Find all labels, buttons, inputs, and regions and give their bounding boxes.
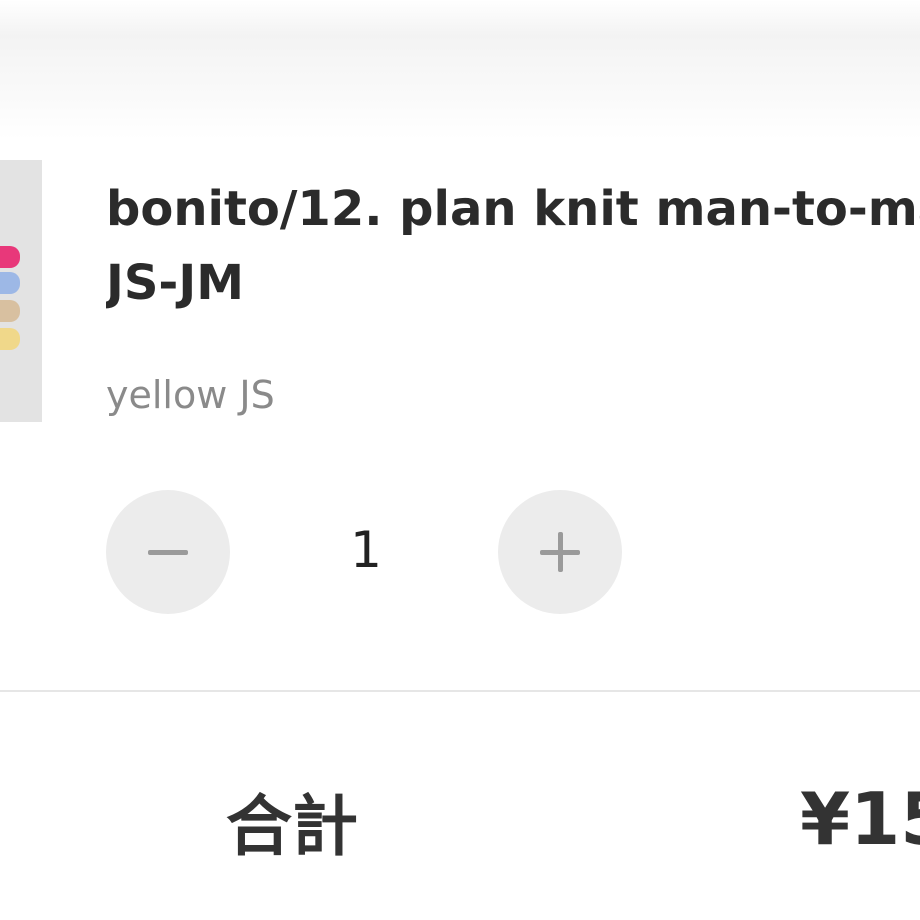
product-thumbnail[interactable] xyxy=(0,160,42,422)
total-label: 合計 xyxy=(226,788,358,865)
product-title[interactable]: bonito/12. plan knit man-to-ma JS-JM xyxy=(106,172,920,320)
product-title-line1: bonito/12. plan knit man-to-ma xyxy=(106,181,920,237)
thumbnail-pink-knit xyxy=(0,246,20,268)
quantity-value: 1 xyxy=(350,521,382,579)
product-variant: yellow JS xyxy=(106,373,275,417)
thumbnail-beige-knit xyxy=(0,300,20,322)
cart-view: bonito/12. plan knit man-to-ma JS-JM yel… xyxy=(0,0,920,920)
quantity-increase-button[interactable] xyxy=(498,490,622,614)
header-shadow xyxy=(0,0,920,140)
minus-icon xyxy=(148,550,188,555)
thumbnail-yellow-knit xyxy=(0,328,20,350)
quantity-decrease-button[interactable] xyxy=(106,490,230,614)
total-amount: ¥15 xyxy=(800,777,920,861)
product-title-line2: JS-JM xyxy=(106,255,244,311)
summary-divider xyxy=(0,690,920,692)
thumbnail-blue-knit xyxy=(0,272,20,294)
